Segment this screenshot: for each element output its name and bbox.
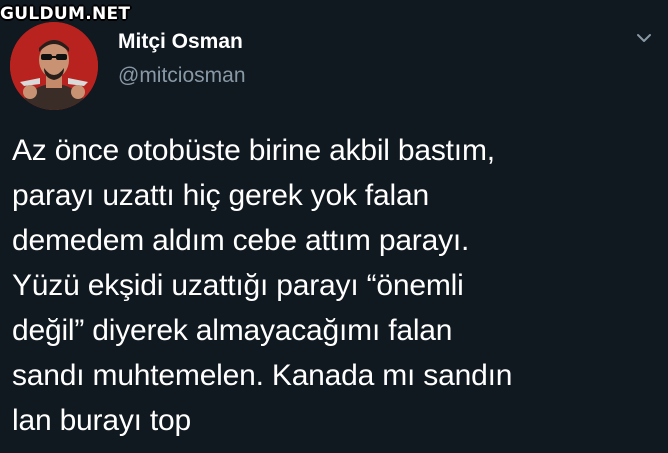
avatar[interactable] [10,22,98,110]
watermark: GULDUM.NET [0,4,131,24]
avatar-portrait-icon [10,22,98,110]
tweet-text: Az önce otobüste birine akbil bastım, pa… [12,134,513,437]
chevron-down-icon[interactable] [634,30,654,46]
author-handle[interactable]: @mitciosman [118,62,246,90]
author-display-name[interactable]: Mitçi Osman [118,28,243,56]
